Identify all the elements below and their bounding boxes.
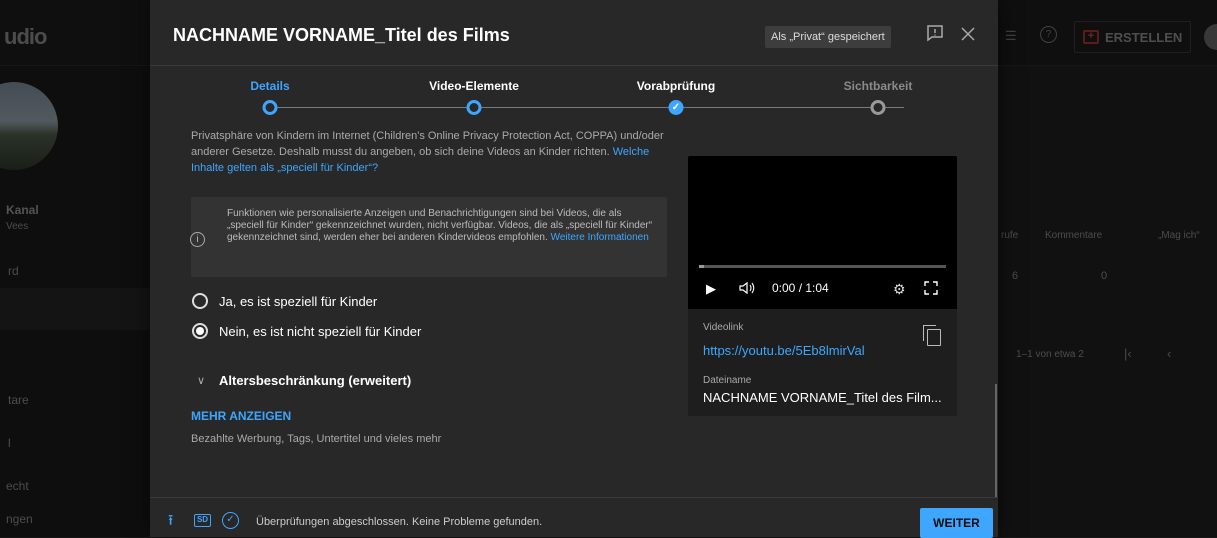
step-details-dot[interactable] bbox=[262, 100, 278, 115]
dialog-scrollbar[interactable] bbox=[995, 384, 997, 499]
dialog-footer: ⭱ SD ✓ Überprüfungen abgeschlossen. Kein… bbox=[150, 497, 998, 538]
chevron-down-icon[interactable]: ∨ bbox=[197, 374, 205, 387]
more-info-link[interactable]: Weitere Informationen bbox=[551, 232, 649, 243]
video-link[interactable]: https://youtu.be/5Eb8lmirVal bbox=[703, 343, 865, 358]
dialog-title: NACHNAME VORNAME_Titel des Films bbox=[173, 25, 510, 45]
stepper-line bbox=[270, 107, 904, 108]
video-progress-bar[interactable] bbox=[699, 265, 946, 268]
info-text: Funktionen wie personalisierte Anzeigen … bbox=[227, 208, 659, 244]
step-elements-label[interactable]: Video-Elemente bbox=[429, 79, 519, 93]
file-name: NACHNAME VORNAME_Titel des Film... bbox=[703, 390, 942, 405]
step-visibility-label[interactable]: Sichtbarkeit bbox=[844, 79, 913, 93]
video-progress-played bbox=[699, 265, 704, 268]
upload-icon: ⭱ bbox=[168, 512, 174, 529]
file-name-label: Dateiname bbox=[703, 375, 752, 386]
radio-made-for-kids[interactable] bbox=[192, 293, 208, 309]
video-link-label: Videolink bbox=[703, 322, 744, 333]
step-check-label[interactable]: Vorabprüfung bbox=[637, 79, 715, 93]
upload-stepper: Details Video-Elemente Vorabprüfung Sich… bbox=[150, 66, 998, 128]
radio-not-made-for-kids[interactable] bbox=[192, 323, 208, 339]
close-icon[interactable] bbox=[956, 24, 980, 48]
upload-dialog: NACHNAME VORNAME_Titel des Films Als „Pr… bbox=[150, 0, 998, 538]
saved-status-chip: Als „Privat“ gespeichert bbox=[765, 26, 891, 48]
dialog-header: NACHNAME VORNAME_Titel des Films Als „Pr… bbox=[150, 0, 998, 66]
settings-gear-icon[interactable]: ⚙ bbox=[893, 281, 906, 298]
step-check-icon[interactable]: ✓ bbox=[668, 100, 684, 115]
video-player[interactable]: ▶ 0:00 / 1:04 ⚙ bbox=[688, 156, 957, 309]
show-more-button[interactable]: MEHR ANZEIGEN bbox=[191, 409, 291, 423]
step-visibility-dot[interactable] bbox=[870, 100, 886, 115]
info-icon: i bbox=[190, 232, 205, 247]
radio-no-label[interactable]: Nein, es ist nicht speziell für Kinder bbox=[219, 324, 421, 339]
check-status-text: Überprüfungen abgeschlossen. Keine Probl… bbox=[256, 516, 543, 528]
step-elements-dot[interactable] bbox=[466, 100, 482, 115]
feedback-icon[interactable] bbox=[923, 24, 947, 48]
coppa-text: Privatsphäre von Kindern im Internet (Ch… bbox=[191, 130, 664, 158]
show-more-subtext: Bezahlte Werbung, Tags, Untertitel und v… bbox=[191, 433, 442, 445]
step-details-label[interactable]: Details bbox=[250, 79, 289, 93]
coppa-paragraph: Privatsphäre von Kindern im Internet (Ch… bbox=[191, 128, 671, 176]
video-time: 0:00 / 1:04 bbox=[772, 281, 829, 295]
sd-badge-icon: SD bbox=[194, 514, 211, 527]
check-circle-icon: ✓ bbox=[222, 512, 239, 529]
age-restriction-toggle[interactable]: Altersbeschränkung (erweitert) bbox=[219, 373, 411, 388]
next-button[interactable]: WEITER bbox=[920, 508, 993, 538]
audience-section: Privatsphäre von Kindern im Internet (Ch… bbox=[191, 128, 671, 176]
video-preview-panel: ▶ 0:00 / 1:04 ⚙ Videolink https://youtu.… bbox=[688, 156, 957, 416]
radio-yes-label[interactable]: Ja, es ist speziell für Kinder bbox=[219, 294, 377, 309]
fullscreen-icon[interactable] bbox=[924, 281, 938, 298]
volume-icon[interactable] bbox=[739, 281, 755, 298]
play-icon[interactable]: ▶ bbox=[706, 281, 716, 297]
copy-icon[interactable] bbox=[923, 325, 941, 346]
